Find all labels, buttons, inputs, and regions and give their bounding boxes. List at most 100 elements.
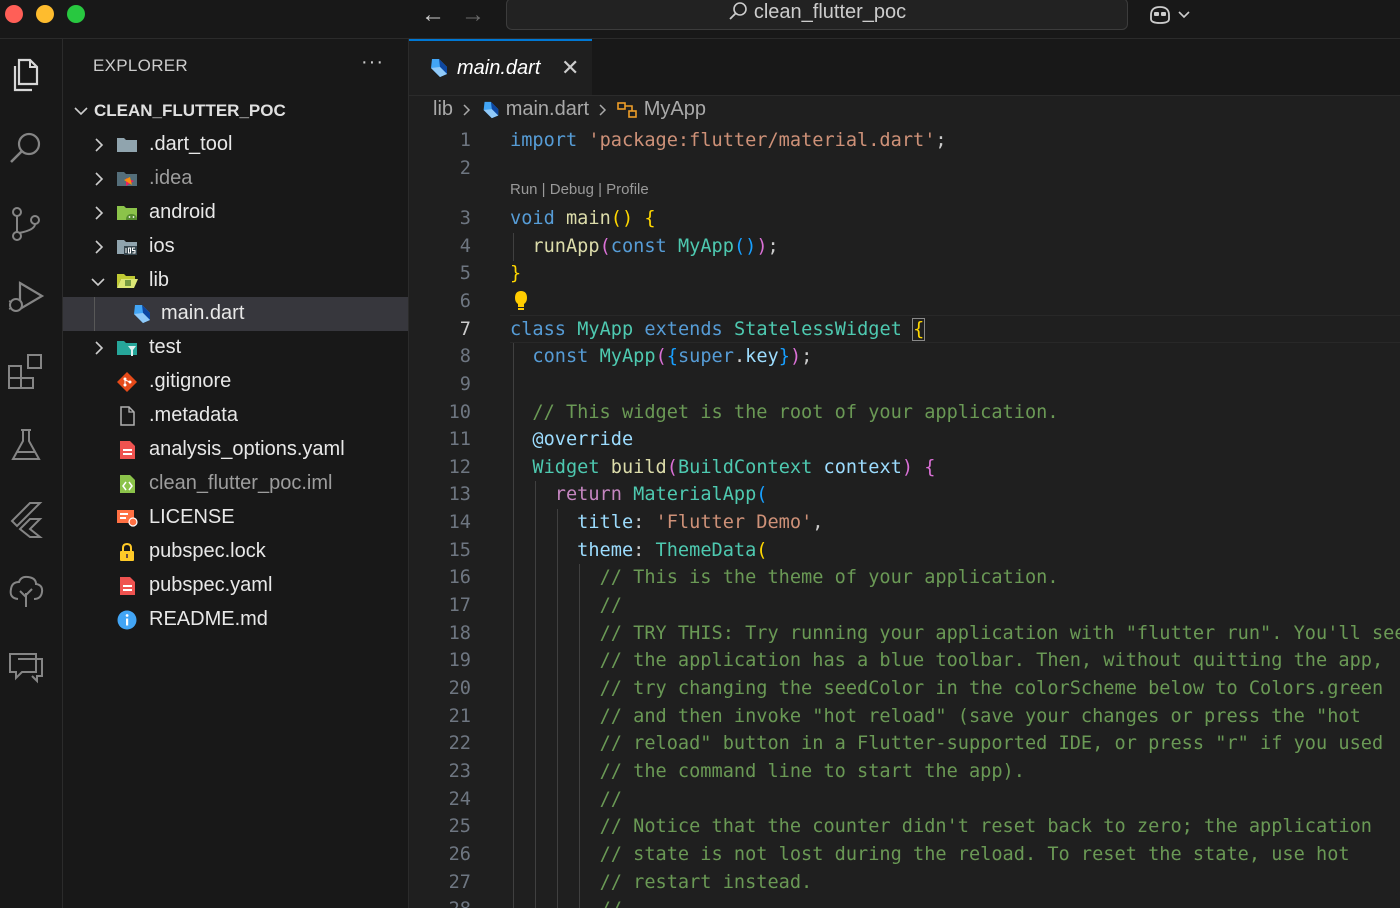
chevron-right-icon	[463, 104, 470, 116]
line-number: 20	[448, 678, 471, 699]
code-line: //	[510, 896, 622, 908]
tree-item-label: README.md	[149, 608, 268, 630]
tree-item-pubspec-yaml[interactable]: pubspec.yaml	[63, 569, 408, 603]
lightbulb-icon[interactable]	[513, 289, 529, 313]
tree-item-readme[interactable]: README.md	[63, 603, 408, 637]
remote-explorer-tree-icon[interactable]	[6, 573, 46, 613]
tree-item-ios[interactable]: ios	[63, 230, 408, 264]
line-number: 18	[448, 623, 471, 644]
line-number: 10	[448, 402, 471, 423]
close-tab-icon[interactable]: ✕	[561, 55, 579, 81]
code-line: // try changing the seedColor in the col…	[599, 678, 1384, 699]
tree-item-iml[interactable]: clean_flutter_poc.iml	[63, 467, 408, 501]
copilot-icon	[1150, 6, 1190, 24]
tree-item-analysis-options[interactable]: analysis_options.yaml	[63, 433, 408, 467]
tree-item-idea[interactable]: .idea	[63, 162, 408, 196]
explorer-sidebar: EXPLORER ··· CLEAN_FLUTTER_POC .dart_too…	[63, 39, 409, 908]
lib-folder-open-icon	[117, 274, 138, 288]
line-number: 16	[448, 567, 471, 588]
copilot-menu-button[interactable]	[1148, 3, 1198, 30]
license-icon	[117, 510, 138, 527]
tab-main-dart[interactable]: main.dart ✕	[409, 39, 592, 95]
code-line: // reload" button in a Flutter-supported…	[599, 733, 1384, 754]
android-folder-icon	[117, 206, 137, 220]
code-editor[interactable]: Run | Debug | Profile 1 2 3 4 5 6 7 8 9 …	[409, 126, 1400, 908]
line-number: 22	[448, 733, 471, 754]
search-text: clean_flutter_poc	[753, 1, 907, 23]
back-arrow-icon[interactable]: ←	[421, 1, 445, 29]
breadcrumb-folder[interactable]: lib	[433, 98, 453, 120]
command-center-search[interactable]: clean_flutter_poc	[506, 0, 1128, 30]
breadcrumb-file[interactable]: main.dart	[506, 98, 589, 120]
code-line: theme: ThemeData(	[577, 540, 768, 561]
dart-file-icon	[483, 101, 499, 118]
line-number: 13	[448, 484, 471, 505]
tree-item-license[interactable]: LICENSE	[63, 501, 408, 535]
forward-arrow-icon[interactable]: →	[461, 1, 485, 29]
iml-icon	[120, 475, 135, 493]
testing-flask-icon[interactable]	[6, 425, 46, 465]
tree-item-main-dart[interactable]: main.dart	[63, 297, 408, 331]
tree-item-label: .dart_tool	[149, 133, 233, 155]
minimize-window-button[interactable]	[36, 5, 54, 23]
line-number: 24	[448, 789, 471, 810]
lock-icon	[120, 542, 134, 561]
line-number: 17	[448, 595, 471, 616]
run-and-debug-icon[interactable]	[6, 277, 46, 317]
code-line: const MyApp({super.key});	[532, 346, 813, 367]
activity-bar	[0, 39, 63, 908]
search-icon[interactable]	[6, 129, 46, 169]
code-line: runApp(const MyApp());	[532, 236, 779, 257]
yaml-icon	[120, 577, 135, 595]
code-line: class MyApp extends StatelessWidget {	[510, 318, 926, 341]
line-number: 23	[448, 761, 471, 782]
tree-item-pubspec-lock[interactable]: pubspec.lock	[63, 535, 408, 569]
line-number: 2	[459, 158, 471, 179]
source-control-icon[interactable]	[6, 204, 46, 244]
project-root-folder[interactable]: CLEAN_FLUTTER_POC	[63, 97, 408, 125]
idea-folder-icon	[117, 172, 137, 186]
line-number: 28	[409, 896, 471, 908]
code-line: //	[599, 595, 622, 616]
tree-item-dart-tool[interactable]: .dart_tool	[63, 128, 408, 162]
git-icon	[117, 372, 137, 392]
explorer-files-icon[interactable]	[6, 54, 46, 94]
extensions-icon[interactable]	[6, 351, 46, 391]
chat-icon[interactable]	[6, 646, 46, 686]
tree-item-lib[interactable]: lib	[63, 264, 408, 298]
test-folder-icon	[117, 341, 137, 356]
line-number: 9	[459, 374, 471, 395]
more-actions-button[interactable]: ···	[361, 51, 384, 74]
line-number: 27	[448, 872, 471, 893]
line-number: 11	[448, 429, 471, 450]
close-window-button[interactable]	[5, 5, 23, 23]
code-line: //	[599, 789, 622, 810]
breadcrumb: lib main.dart MyApp	[433, 98, 706, 126]
editor-tab-bar: main.dart ✕	[409, 39, 1400, 96]
code-line: // Notice that the counter didn't reset …	[599, 816, 1372, 837]
file-icon	[120, 406, 135, 426]
tree-item-test[interactable]: test	[63, 331, 408, 365]
ios-folder-icon	[117, 240, 137, 255]
code-line: // TRY THIS: Try running your applicatio…	[599, 623, 1400, 644]
chevron-right-icon	[95, 206, 104, 220]
code-line: return MaterialApp(	[554, 484, 768, 505]
code-line: // and then invoke "hot reload" (save yo…	[599, 706, 1361, 727]
code-line: // the application has a blue toolbar. T…	[599, 650, 1384, 671]
code-line: import 'package:flutter/material.dart';	[510, 130, 947, 151]
tree-item-label: .metadata	[149, 404, 238, 426]
code-line: Widget build(BuildContext context) {	[532, 457, 936, 478]
line-number: 12	[448, 457, 471, 478]
breadcrumb-symbol[interactable]: MyApp	[644, 98, 706, 120]
folder-icon	[117, 138, 137, 152]
tree-item-label: LICENSE	[149, 506, 235, 528]
codelens-run-debug-profile[interactable]: Run | Debug | Profile	[510, 181, 649, 198]
tree-item-android[interactable]: android	[63, 196, 408, 230]
chevron-right-icon	[95, 240, 104, 254]
maximize-window-button[interactable]	[67, 5, 85, 23]
tree-item-gitignore[interactable]: .gitignore	[63, 365, 408, 399]
tree-item-metadata[interactable]: .metadata	[63, 399, 408, 433]
flutter-icon[interactable]	[6, 499, 46, 539]
tree-item-label: .idea	[149, 167, 193, 189]
dart-file-icon	[134, 305, 150, 323]
